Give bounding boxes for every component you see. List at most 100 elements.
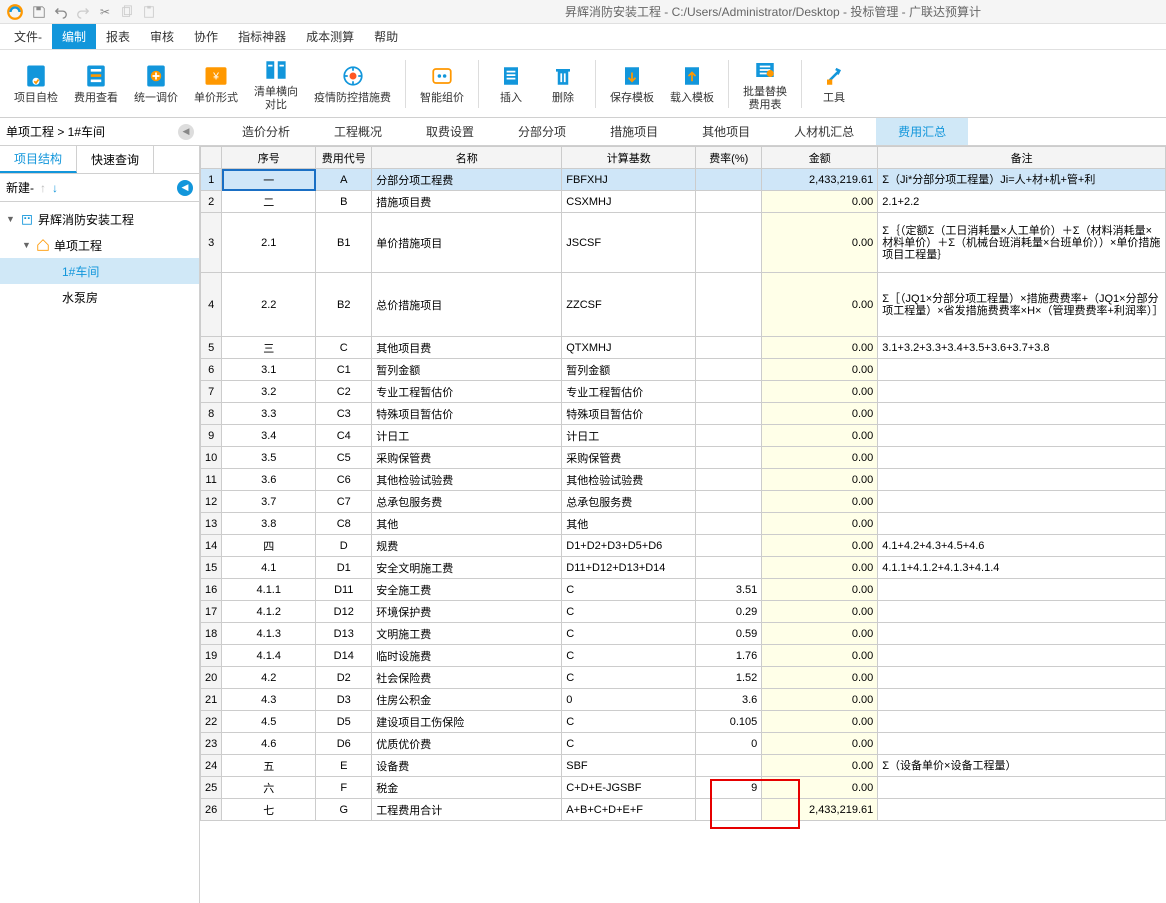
ribbon-icon-5: [339, 62, 367, 90]
table-row[interactable]: 224.5D5建设项目工伤保险C0.1050.00: [201, 711, 1166, 733]
table-row[interactable]: 214.3D3住房公积金03.60.00: [201, 689, 1166, 711]
ribbon-icon-11: [751, 56, 779, 84]
fee-summary-table[interactable]: 序号费用代号名称计算基数费率(%)金额备注 1一A分部分项工程费FBFXHJ2,…: [200, 146, 1166, 821]
table-row[interactable]: 14四D规费D1+D2+D3+D5+D60.004.1+4.2+4.3+4.5+…: [201, 535, 1166, 557]
subtab-费用汇总[interactable]: 费用汇总: [876, 118, 968, 145]
chevron-down-icon: ▼: [6, 214, 16, 224]
tree-workshop-label: 1#车间: [62, 263, 99, 280]
col-header-1[interactable]: 序号: [222, 147, 316, 169]
chevron-down-icon: ▼: [22, 240, 32, 250]
menu-6[interactable]: 成本测算: [296, 24, 364, 49]
ribbon-项目自检[interactable]: 项目自检: [8, 60, 64, 107]
quick-access-toolbar: ✂ 昇辉消防安装工程 - C:/Users/Administrator/Desk…: [0, 0, 1166, 24]
ribbon-toolbar: 项目自检费用查看统一调价¥单价形式清单横向对比疫情防控措施费智能组价插入删除保存…: [0, 50, 1166, 118]
ribbon-icon-2: [142, 62, 170, 90]
table-row[interactable]: 93.4C4计日工计日工0.00: [201, 425, 1166, 447]
tree-single-project[interactable]: ▼ 单项工程: [0, 232, 199, 258]
ribbon-icon-4: [262, 56, 290, 84]
col-header-2[interactable]: 费用代号: [316, 147, 372, 169]
ribbon-icon-12: [820, 62, 848, 90]
collapse-left-icon[interactable]: ◀: [178, 124, 194, 140]
ribbon-icon-3: ¥: [202, 62, 230, 90]
collapse-tree-icon[interactable]: ◀: [177, 180, 193, 196]
col-header-7[interactable]: 备注: [878, 147, 1166, 169]
table-row[interactable]: 204.2D2社会保险费C1.520.00: [201, 667, 1166, 689]
menu-0[interactable]: 文件-: [4, 24, 52, 49]
subtab-其他项目[interactable]: 其他项目: [680, 118, 772, 145]
table-row[interactable]: 113.6C6其他检验试验费其他检验试验费0.00: [201, 469, 1166, 491]
ribbon-疫情防控措施费[interactable]: 疫情防控措施费: [308, 60, 397, 107]
col-header-6[interactable]: 金额: [762, 147, 878, 169]
table-row[interactable]: 32.1B1单价措施项目JSCSF0.00Σ｛（定额Σ（工日消耗量×人工单价）＋…: [201, 213, 1166, 273]
tree-root-label: 昇辉消防安装工程: [38, 211, 134, 228]
ribbon-工具[interactable]: 工具: [810, 60, 858, 107]
redo-icon[interactable]: [76, 5, 90, 19]
table-row[interactable]: 63.1C1暂列金额暂列金额0.00: [201, 359, 1166, 381]
menu-2[interactable]: 报表: [96, 24, 140, 49]
table-row[interactable]: 1一A分部分项工程费FBFXHJ2,433,219.61Σ（Ji*分部分项工程量…: [201, 169, 1166, 191]
menu-3[interactable]: 审核: [140, 24, 184, 49]
subtab-分部分项[interactable]: 分部分项: [496, 118, 588, 145]
menu-1[interactable]: 编制: [52, 24, 96, 49]
arrow-down-icon[interactable]: ↓: [52, 181, 58, 195]
table-row[interactable]: 194.1.4D14临时设施费C1.760.00: [201, 645, 1166, 667]
table-row[interactable]: 164.1.1D11安全施工费C3.510.00: [201, 579, 1166, 601]
subtab-措施项目[interactable]: 措施项目: [588, 118, 680, 145]
save-icon[interactable]: [32, 5, 46, 19]
table-row[interactable]: 42.2B2总价措施项目ZZCSF0.00Σ［（JQ1×分部分项工程量）×措施费…: [201, 273, 1166, 337]
table-row[interactable]: 184.1.3D13文明施工费C0.590.00: [201, 623, 1166, 645]
breadcrumb: 单项工程 > 1#车间 ◀: [0, 118, 200, 145]
menu-4[interactable]: 协作: [184, 24, 228, 49]
table-row[interactable]: 133.8C8其他其他0.00: [201, 513, 1166, 535]
tab-quick-query[interactable]: 快速查询: [77, 146, 154, 173]
tree-pump-label: 水泵房: [62, 289, 98, 306]
ribbon-单价形式[interactable]: ¥单价形式: [188, 60, 244, 107]
sub-tabs: 造价分析工程概况取费设置分部分项措施项目其他项目人材机汇总费用汇总: [200, 118, 1166, 145]
menu-7[interactable]: 帮助: [364, 24, 408, 49]
new-button[interactable]: 新建-: [6, 179, 34, 196]
ribbon-统一调价[interactable]: 统一调价: [128, 60, 184, 107]
table-row[interactable]: 234.6D6优质优价费C00.00: [201, 733, 1166, 755]
table-row[interactable]: 2二B措施项目费CSXMHJ0.002.1+2.2: [201, 191, 1166, 213]
col-header-3[interactable]: 名称: [372, 147, 562, 169]
table-row[interactable]: 174.1.2D12环境保护费C0.290.00: [201, 601, 1166, 623]
paste-icon[interactable]: [142, 5, 156, 19]
table-row[interactable]: 123.7C7总承包服务费总承包服务费0.00: [201, 491, 1166, 513]
ribbon-插入[interactable]: 插入: [487, 60, 535, 107]
ribbon-icon-6: [428, 62, 456, 90]
col-header-0[interactable]: [201, 147, 222, 169]
table-row[interactable]: 5三C其他项目费QTXMHJ0.003.1+3.2+3.3+3.4+3.5+3.…: [201, 337, 1166, 359]
tree-workshop-1[interactable]: 1#车间: [0, 258, 199, 284]
menu-5[interactable]: 指标神器: [228, 24, 296, 49]
arrow-up-icon[interactable]: ↑: [40, 181, 46, 195]
undo-icon[interactable]: [54, 5, 68, 19]
table-row[interactable]: 83.3C3特殊项目暂估价特殊项目暂估价0.00: [201, 403, 1166, 425]
col-header-4[interactable]: 计算基数: [562, 147, 696, 169]
table-row[interactable]: 26七G工程费用合计A+B+C+D+E+F2,433,219.61: [201, 799, 1166, 821]
ribbon-保存模板[interactable]: 保存模板: [604, 60, 660, 107]
copy-icon[interactable]: [120, 5, 134, 19]
col-header-5[interactable]: 费率(%): [696, 147, 762, 169]
table-row[interactable]: 103.5C5采购保管费采购保管费0.00: [201, 447, 1166, 469]
breadcrumb-text: 单项工程 > 1#车间: [6, 123, 105, 140]
cut-icon[interactable]: ✂: [98, 5, 112, 19]
tree-pump-room[interactable]: 水泵房: [0, 284, 199, 310]
tree-root[interactable]: ▼ 昇辉消防安装工程: [0, 206, 199, 232]
building-icon: [20, 212, 34, 226]
subtab-造价分析[interactable]: 造价分析: [220, 118, 312, 145]
subtab-人材机汇总[interactable]: 人材机汇总: [772, 118, 876, 145]
table-row[interactable]: 25六F税金C+D+E-JGSBF90.00: [201, 777, 1166, 799]
tab-project-structure[interactable]: 项目结构: [0, 146, 77, 173]
table-row[interactable]: 24五E设备费SBF0.00Σ（设备单价×设备工程量）: [201, 755, 1166, 777]
ribbon-批量替换费用表[interactable]: 批量替换费用表: [737, 54, 793, 114]
table-row[interactable]: 154.1D1安全文明施工费D11+D12+D13+D140.004.1.1+4…: [201, 557, 1166, 579]
mid-bar: 单项工程 > 1#车间 ◀ 造价分析工程概况取费设置分部分项措施项目其他项目人材…: [0, 118, 1166, 146]
ribbon-删除[interactable]: 删除: [539, 60, 587, 107]
ribbon-清单横向对比[interactable]: 清单横向对比: [248, 54, 304, 114]
ribbon-智能组价[interactable]: 智能组价: [414, 60, 470, 107]
ribbon-费用查看[interactable]: 费用查看: [68, 60, 124, 107]
subtab-工程概况[interactable]: 工程概况: [312, 118, 404, 145]
subtab-取费设置[interactable]: 取费设置: [404, 118, 496, 145]
ribbon-载入模板[interactable]: 载入模板: [664, 60, 720, 107]
table-row[interactable]: 73.2C2专业工程暂估价专业工程暂估价0.00: [201, 381, 1166, 403]
